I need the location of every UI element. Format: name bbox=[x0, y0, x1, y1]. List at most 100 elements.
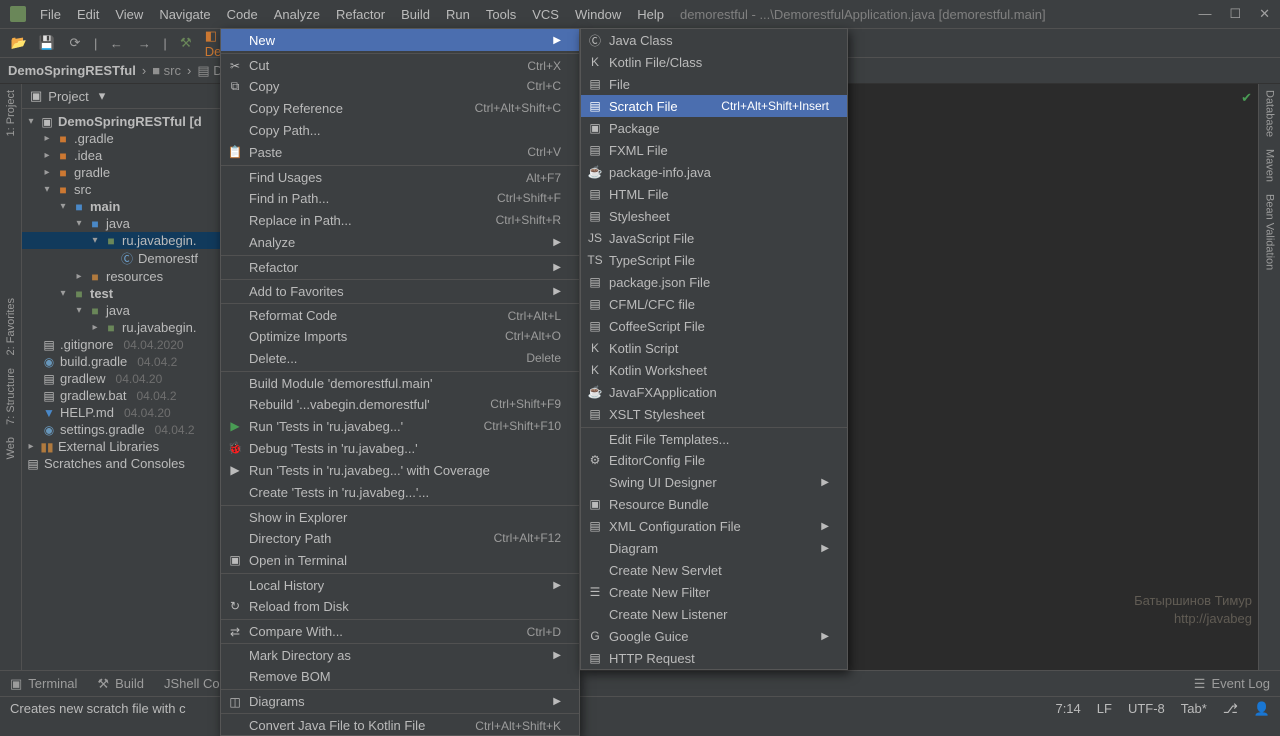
new-resource-bundle[interactable]: ▣Resource Bundle bbox=[581, 493, 847, 515]
tree-java-test[interactable]: ▾■java bbox=[22, 302, 237, 319]
new-diagram[interactable]: Diagram▶ bbox=[581, 537, 847, 559]
tree-ext-libraries[interactable]: ▸▮▮External Libraries bbox=[22, 438, 237, 455]
tree-gradle-dir[interactable]: ▸■.gradle bbox=[22, 130, 237, 147]
menu-window[interactable]: Window bbox=[569, 5, 627, 24]
new-create-new-filter[interactable]: ☰Create New Filter bbox=[581, 581, 847, 603]
file-encoding[interactable]: UTF-8 bbox=[1128, 701, 1165, 717]
tree-help-md[interactable]: ▼HELP.md04.04.20 bbox=[22, 404, 237, 421]
ctx-delete[interactable]: Delete...Delete bbox=[221, 347, 579, 369]
refresh-icon[interactable]: ⟳ bbox=[66, 34, 84, 52]
new-html-file[interactable]: ▤HTML File bbox=[581, 183, 847, 205]
new-kotlin-worksheet[interactable]: KKotlin Worksheet bbox=[581, 359, 847, 381]
new-package[interactable]: ▣Package bbox=[581, 117, 847, 139]
ctx-copy-reference[interactable]: Copy ReferenceCtrl+Alt+Shift+C bbox=[221, 97, 579, 119]
new-package-json-file[interactable]: ▤package.json File bbox=[581, 271, 847, 293]
tab-structure[interactable]: 7: Structure bbox=[5, 368, 17, 425]
new-editorconfig-file[interactable]: ⚙EditorConfig File bbox=[581, 449, 847, 471]
new-cfml-cfc-file[interactable]: ▤CFML/CFC file bbox=[581, 293, 847, 315]
ctx-new[interactable]: New▶ bbox=[221, 29, 579, 51]
ctx-copy[interactable]: ⧉CopyCtrl+C bbox=[221, 75, 579, 97]
maximize-icon[interactable]: ☐ bbox=[1229, 6, 1241, 22]
ctx-mark-directory-as[interactable]: Mark Directory as▶ bbox=[221, 643, 579, 665]
menu-tools[interactable]: Tools bbox=[480, 5, 522, 24]
tree-main[interactable]: ▾■main bbox=[22, 198, 237, 215]
ctx-run-tests-in-ru-javabeg[interactable]: ▶Run 'Tests in 'ru.javabeg...'Ctrl+Shift… bbox=[221, 415, 579, 437]
new-xslt-stylesheet[interactable]: ▤XSLT Stylesheet bbox=[581, 403, 847, 425]
tab-maven[interactable]: Maven bbox=[1264, 149, 1276, 182]
tab-database[interactable]: Database bbox=[1264, 90, 1276, 137]
tab-terminal[interactable]: ▣Terminal bbox=[10, 676, 77, 692]
menu-refactor[interactable]: Refactor bbox=[330, 5, 391, 24]
tab-project[interactable]: 1: Project bbox=[5, 90, 17, 136]
menu-edit[interactable]: Edit bbox=[71, 5, 105, 24]
new-swing-ui-designer[interactable]: Swing UI Designer▶ bbox=[581, 471, 847, 493]
new-fxml-file[interactable]: ▤FXML File bbox=[581, 139, 847, 161]
indent[interactable]: Tab* bbox=[1181, 701, 1207, 717]
menu-view[interactable]: View bbox=[109, 5, 149, 24]
tree-build-gradle[interactable]: ◉build.gradle04.04.2 bbox=[22, 353, 237, 370]
inspector-icon[interactable]: 👤 bbox=[1254, 701, 1270, 717]
menu-run[interactable]: Run bbox=[440, 5, 476, 24]
tab-favorites[interactable]: 2: Favorites bbox=[5, 298, 17, 355]
menu-analyze[interactable]: Analyze bbox=[268, 5, 326, 24]
crumb-root[interactable]: DemoSpringRESTful bbox=[8, 63, 136, 78]
project-panel-header[interactable]: ▣ Project ▾ bbox=[22, 84, 237, 109]
new-xml-configuration-file[interactable]: ▤XML Configuration File▶ bbox=[581, 515, 847, 537]
tree-resources[interactable]: ▸■resources bbox=[22, 268, 237, 285]
ctx-directory-path[interactable]: Directory PathCtrl+Alt+F12 bbox=[221, 527, 579, 549]
ctx-find-usages[interactable]: Find UsagesAlt+F7 bbox=[221, 165, 579, 187]
new-create-new-listener[interactable]: Create New Listener bbox=[581, 603, 847, 625]
ctx-refactor[interactable]: Refactor▶ bbox=[221, 255, 579, 277]
hammer-icon[interactable]: ⚒ bbox=[177, 34, 195, 52]
menu-file[interactable]: File bbox=[34, 5, 67, 24]
tree-idea[interactable]: ▸■.idea bbox=[22, 147, 237, 164]
menu-code[interactable]: Code bbox=[221, 5, 264, 24]
new-coffeescript-file[interactable]: ▤CoffeeScript File bbox=[581, 315, 847, 337]
tree-src[interactable]: ▾■src bbox=[22, 181, 237, 198]
save-icon[interactable]: 💾 bbox=[38, 34, 56, 52]
tab-event-log[interactable]: ☰Event Log bbox=[1194, 676, 1270, 692]
ctx-build-module-demorestful-main[interactable]: Build Module 'demorestful.main' bbox=[221, 371, 579, 393]
close-icon[interactable]: ✕ bbox=[1259, 6, 1270, 22]
ctx-remove-bom[interactable]: Remove BOM bbox=[221, 665, 579, 687]
ctx-compare-with[interactable]: ⇄Compare With...Ctrl+D bbox=[221, 619, 579, 641]
ctx-add-to-favorites[interactable]: Add to Favorites▶ bbox=[221, 279, 579, 301]
menu-build[interactable]: Build bbox=[395, 5, 436, 24]
tab-web[interactable]: Web bbox=[5, 437, 17, 459]
open-icon[interactable]: 📂 bbox=[10, 34, 28, 52]
ctx-open-in-terminal[interactable]: ▣Open in Terminal bbox=[221, 549, 579, 571]
menu-vcs[interactable]: VCS bbox=[526, 5, 565, 24]
ctx-reformat-code[interactable]: Reformat CodeCtrl+Alt+L bbox=[221, 303, 579, 325]
crumb-src[interactable]: ■ src bbox=[152, 63, 181, 78]
tree-pkg-main[interactable]: ▾■ru.javabegin. bbox=[22, 232, 237, 249]
tree-gradlew[interactable]: ▤gradlew04.04.20 bbox=[22, 370, 237, 387]
tree-pkg-test[interactable]: ▸■ru.javabegin. bbox=[22, 319, 237, 336]
tree-settings-gradle[interactable]: ◉settings.gradle04.04.2 bbox=[22, 421, 237, 438]
ctx-analyze[interactable]: Analyze▶ bbox=[221, 231, 579, 253]
tree-gradle[interactable]: ▸■gradle bbox=[22, 164, 237, 181]
new-create-new-servlet[interactable]: Create New Servlet bbox=[581, 559, 847, 581]
new-java-class[interactable]: ⒸJava Class bbox=[581, 29, 847, 51]
new-stylesheet[interactable]: ▤Stylesheet bbox=[581, 205, 847, 227]
new-http-request[interactable]: ▤HTTP Request bbox=[581, 647, 847, 669]
ctx-copy-path[interactable]: Copy Path... bbox=[221, 119, 579, 141]
new-javafxapplication[interactable]: ☕JavaFXApplication bbox=[581, 381, 847, 403]
tree-scratches[interactable]: ▤Scratches and Consoles bbox=[22, 455, 237, 472]
line-ending[interactable]: LF bbox=[1097, 701, 1112, 717]
ctx-diagrams[interactable]: ◫Diagrams▶ bbox=[221, 689, 579, 711]
forward-icon[interactable]: → bbox=[135, 34, 153, 52]
tab-build[interactable]: ⚒Build bbox=[97, 676, 144, 692]
new-google-guice[interactable]: GGoogle Guice▶ bbox=[581, 625, 847, 647]
ctx-optimize-imports[interactable]: Optimize ImportsCtrl+Alt+O bbox=[221, 325, 579, 347]
tree-gradlew-bat[interactable]: ▤gradlew.bat04.04.2 bbox=[22, 387, 237, 404]
minimize-icon[interactable]: — bbox=[1198, 6, 1211, 22]
tab-bean[interactable]: Bean Validation bbox=[1264, 194, 1276, 270]
ctx-convert-java-file-to-kotlin-file[interactable]: Convert Java File to Kotlin FileCtrl+Alt… bbox=[221, 713, 579, 735]
tree-root[interactable]: ▾▣DemoSpringRESTful [d bbox=[22, 113, 237, 130]
new-typescript-file[interactable]: TSTypeScript File bbox=[581, 249, 847, 271]
ctx-run-tests-in-ru-javabeg-with-coverage[interactable]: ▶Run 'Tests in 'ru.javabeg...' with Cove… bbox=[221, 459, 579, 481]
new-kotlin-script[interactable]: KKotlin Script bbox=[581, 337, 847, 359]
ctx-rebuild-vabegin-demorestful[interactable]: Rebuild '...vabegin.demorestful'Ctrl+Shi… bbox=[221, 393, 579, 415]
tree-class[interactable]: ⒸDemorestf bbox=[22, 249, 237, 268]
back-icon[interactable]: ← bbox=[107, 34, 125, 52]
